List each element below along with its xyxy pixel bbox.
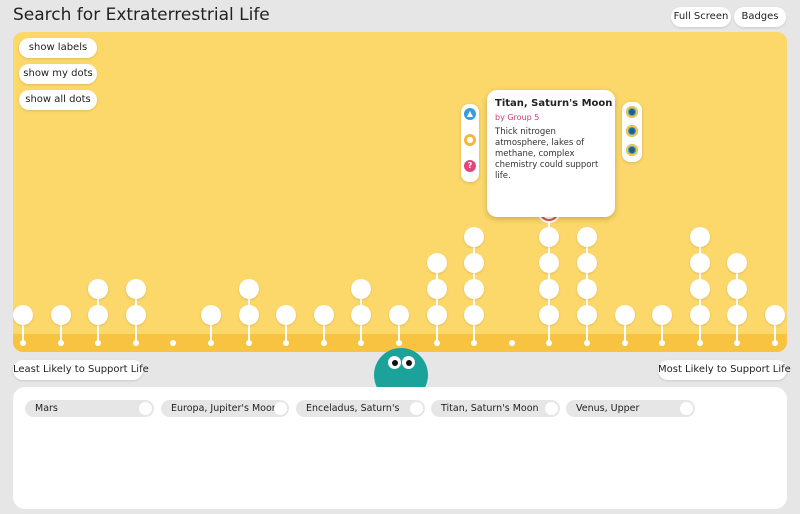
dot-plot-panel: show labels show my dots show all dots ▲…: [13, 32, 787, 352]
choice-chip-label: Europa, Jupiter's Moon: [171, 403, 278, 414]
student-dot[interactable]: [614, 305, 635, 325]
card-description: Thick nitrogen atmosphere, lakes of meth…: [495, 127, 599, 181]
student-dot[interactable]: [689, 279, 710, 299]
student-dot[interactable]: [351, 305, 372, 325]
show-labels-button[interactable]: show labels: [19, 38, 97, 58]
student-dot[interactable]: [426, 253, 447, 273]
student-dot[interactable]: [238, 279, 259, 299]
student-dot[interactable]: [313, 305, 334, 325]
choice-chip-label: Enceladus, Saturn's: [306, 403, 400, 414]
student-dot[interactable]: [13, 305, 33, 325]
student-dot[interactable]: [276, 305, 297, 325]
mascot-eye-left: [388, 356, 401, 369]
student-dot[interactable]: [464, 227, 485, 247]
student-dot[interactable]: [539, 227, 560, 247]
student-dot[interactable]: [464, 279, 485, 299]
choice-chip[interactable]: Enceladus, Saturn's: [296, 400, 425, 417]
student-dot[interactable]: [765, 305, 785, 325]
choice-chip[interactable]: Venus, Upper: [566, 400, 695, 417]
choice-chip-toggle[interactable]: [410, 402, 423, 415]
choice-chip-label: Titan, Saturn's Moon: [441, 403, 539, 414]
student-dot[interactable]: [727, 253, 748, 273]
student-dot[interactable]: [464, 253, 485, 273]
fullscreen-button[interactable]: Full Screen: [671, 7, 731, 27]
student-dot[interactable]: [539, 253, 560, 273]
choice-chip-label: Venus, Upper: [576, 403, 640, 414]
most-likely-label: Most Likely to Support Life: [658, 360, 791, 380]
student-dot[interactable]: [577, 253, 597, 273]
choice-chip-toggle[interactable]: [139, 402, 152, 415]
choice-chip-label: Mars: [35, 403, 58, 414]
student-dot[interactable]: [727, 279, 748, 299]
choice-chip[interactable]: Titan, Saturn's Moon: [431, 400, 560, 417]
rubric-badge-icon[interactable]: [626, 106, 638, 118]
rubric-badges-strip: [622, 102, 642, 162]
student-dot[interactable]: [201, 305, 221, 325]
choice-chip[interactable]: Mars: [25, 400, 154, 417]
rubric-badge-icon[interactable]: [626, 144, 638, 156]
lightbulb-icon[interactable]: ●: [464, 134, 476, 146]
student-dot[interactable]: [464, 305, 485, 325]
student-dot[interactable]: [577, 305, 597, 325]
student-dot[interactable]: [426, 279, 447, 299]
student-dot[interactable]: [238, 305, 259, 325]
student-dot[interactable]: [389, 305, 409, 325]
choice-chip[interactable]: Europa, Jupiter's Moon: [161, 400, 289, 417]
mascot-eye-right: [402, 356, 415, 369]
student-dot[interactable]: [539, 279, 560, 299]
student-dot[interactable]: [577, 227, 597, 247]
student-dot[interactable]: [539, 305, 560, 325]
student-dot[interactable]: [727, 305, 748, 325]
choice-chip-toggle[interactable]: [680, 402, 693, 415]
choice-chip-toggle[interactable]: [545, 402, 558, 415]
student-dot[interactable]: [88, 279, 109, 299]
card-group-link[interactable]: by Group 5: [495, 113, 539, 122]
student-dot[interactable]: [351, 279, 372, 299]
card-title: Titan, Saturn's Moon: [495, 98, 613, 109]
page-title: Search for Extraterrestrial Life: [13, 5, 270, 25]
question-icon[interactable]: ?: [464, 160, 476, 172]
least-likely-label: Least Likely to Support Life: [13, 360, 149, 380]
choice-chip-toggle[interactable]: [274, 402, 287, 415]
choices-panel: Mars Europa, Jupiter's Moon Enceladus, Sat…: [13, 387, 787, 509]
baseline-marker: [508, 340, 515, 346]
student-dot[interactable]: [689, 253, 710, 273]
student-dot[interactable]: [125, 279, 146, 299]
show-all-dots-button[interactable]: show all dots: [19, 90, 97, 110]
student-dot[interactable]: [426, 305, 447, 325]
thumbs-up-icon[interactable]: ▲: [464, 108, 476, 120]
dot-stem: [435, 263, 438, 343]
student-dot[interactable]: [88, 305, 109, 325]
vote-icons-strip: ▲ ● ?: [461, 104, 479, 182]
student-dot[interactable]: [689, 227, 710, 247]
selected-dot-card: Titan, Saturn's Moon by Group 5 Thick ni…: [487, 90, 615, 217]
badges-button[interactable]: Badges: [734, 7, 786, 27]
show-my-dots-button[interactable]: show my dots: [19, 64, 97, 84]
student-dot[interactable]: [125, 305, 146, 325]
student-dot[interactable]: [577, 279, 597, 299]
student-dot[interactable]: [652, 305, 673, 325]
student-dot[interactable]: [689, 305, 710, 325]
student-dot[interactable]: [50, 305, 71, 325]
dot-stem: [736, 263, 739, 343]
rubric-badge-icon[interactable]: [626, 125, 638, 137]
